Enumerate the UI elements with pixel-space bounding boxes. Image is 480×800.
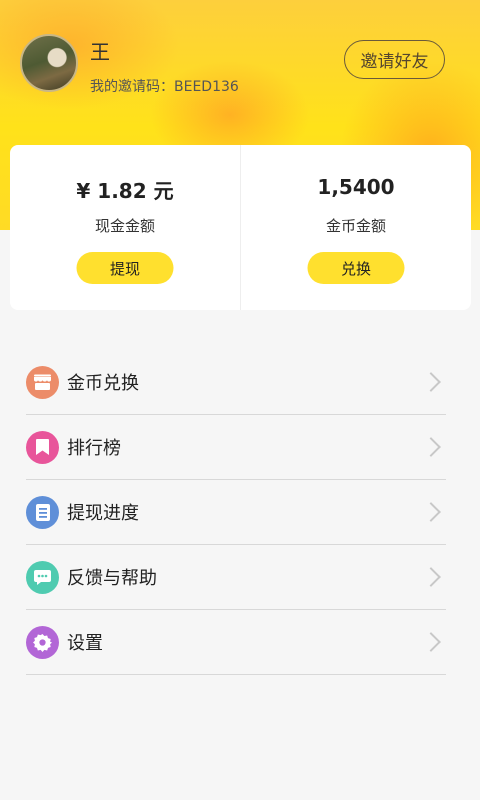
chevron-right-icon [421, 502, 441, 522]
coin-balance-section: 1,5400 金币金额 兑换 [240, 145, 471, 310]
exchange-button[interactable]: 兑换 [307, 252, 405, 284]
chevron-right-icon [421, 632, 441, 652]
menu-item-label: 排行榜 [67, 438, 121, 459]
menu-item-label: 金币兑换 [67, 373, 139, 394]
menu-item-label: 设置 [67, 633, 103, 654]
gear-icon [26, 625, 59, 659]
document-icon [26, 495, 59, 529]
wallet-card: ¥ 1.82 元 现金金额 提现 1,5400 金币金额 兑换 [10, 145, 471, 310]
menu-list: 金币兑换 排行榜 提现进度 反馈与帮助 设置 [0, 350, 480, 675]
shop-icon [26, 365, 59, 399]
invite-code: 我的邀请码：BEED136 [90, 79, 239, 95]
invite-friends-button[interactable]: 邀请好友 [344, 40, 445, 79]
menu-item-label: 提现进度 [67, 503, 139, 524]
chevron-right-icon [421, 372, 441, 392]
chevron-right-icon [421, 567, 441, 587]
chat-icon [26, 560, 59, 594]
menu-item-coin-exchange[interactable]: 金币兑换 [26, 350, 446, 415]
coin-amount: 1,5400 [317, 175, 395, 199]
coin-label: 金币金额 [325, 217, 386, 235]
withdraw-button[interactable]: 提现 [76, 252, 174, 284]
cash-label: 现金金额 [94, 217, 155, 235]
cash-balance-section: ¥ 1.82 元 现金金额 提现 [10, 145, 240, 310]
menu-item-feedback-help[interactable]: 反馈与帮助 [26, 545, 446, 610]
avatar[interactable] [20, 34, 78, 92]
username: 王 [90, 40, 110, 64]
menu-item-leaderboard[interactable]: 排行榜 [26, 415, 446, 480]
menu-item-settings[interactable]: 设置 [26, 610, 446, 675]
bookmark-icon [26, 430, 59, 464]
cash-amount: ¥ 1.82 元 [76, 179, 174, 203]
chevron-right-icon [421, 437, 441, 457]
menu-item-withdraw-progress[interactable]: 提现进度 [26, 480, 446, 545]
menu-item-label: 反馈与帮助 [67, 568, 157, 589]
